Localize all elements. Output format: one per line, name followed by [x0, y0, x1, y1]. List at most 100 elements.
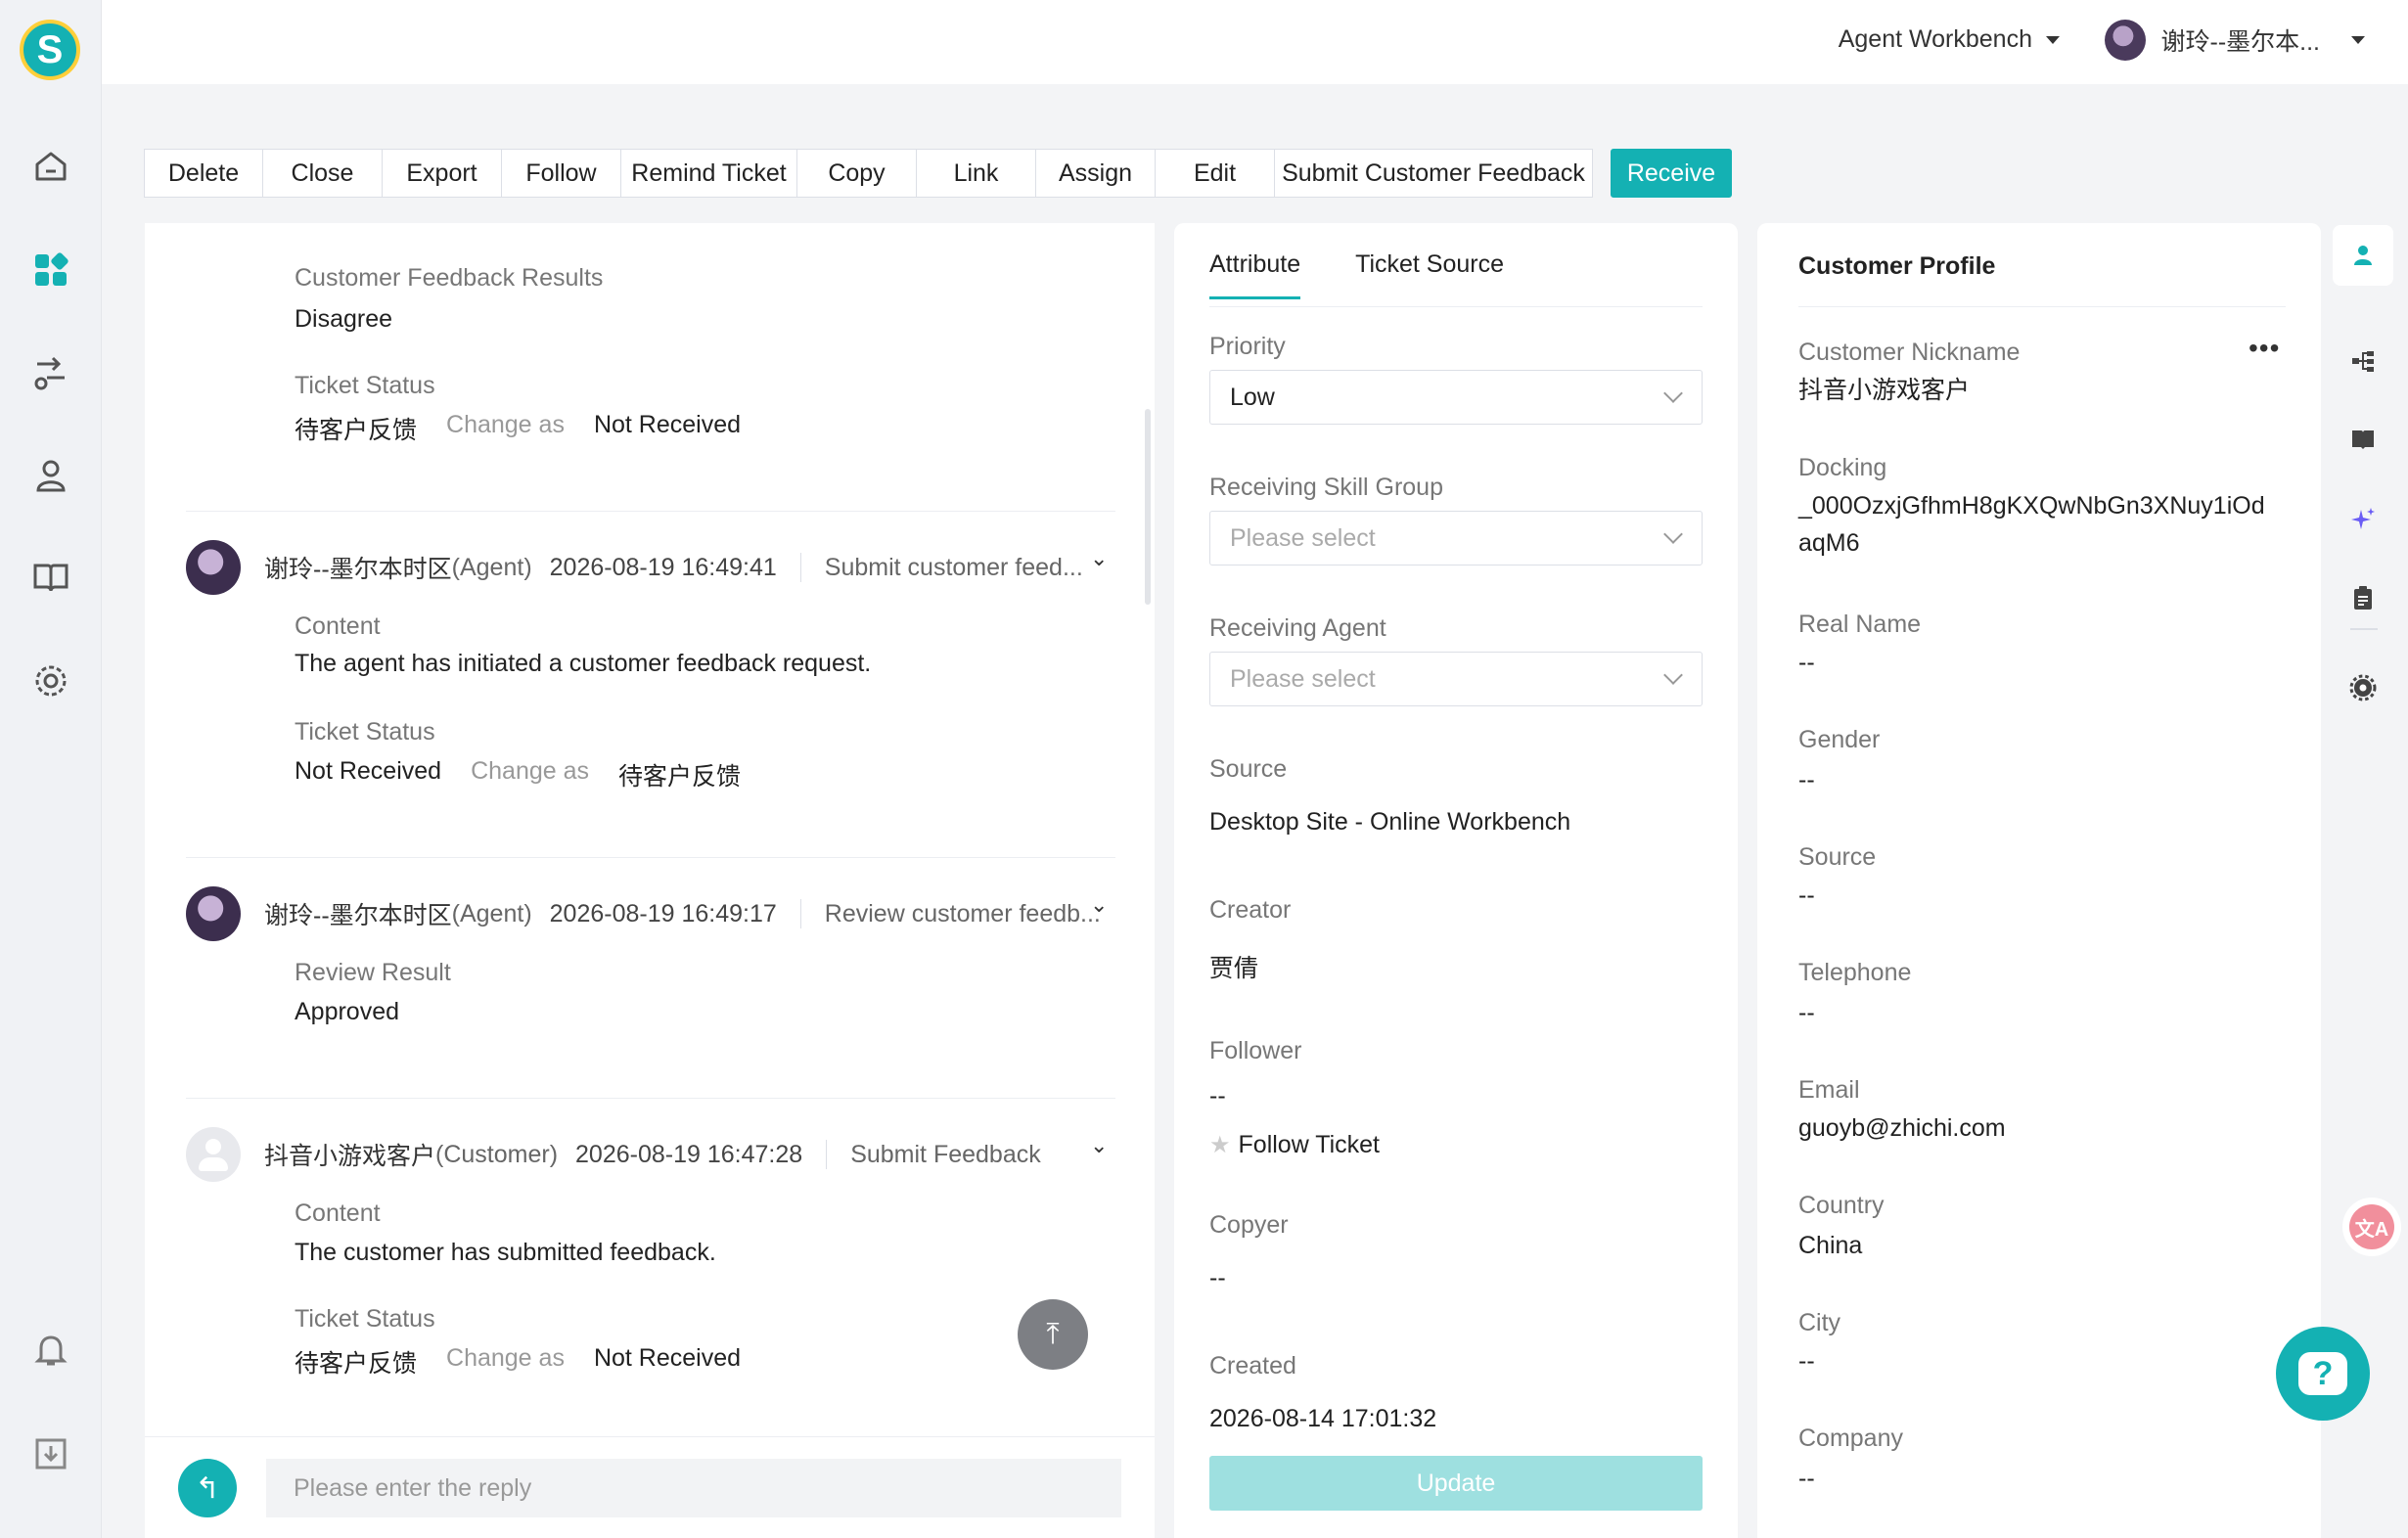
tree-structure-icon[interactable]	[2333, 331, 2393, 391]
timeline-entry-header: 谢玲--墨尔本时区 (Agent) 2026-08-19 16:49:41 Su…	[186, 540, 1083, 595]
help-icon[interactable]: ?	[2276, 1327, 2370, 1421]
chevron-down-icon[interactable]: ⌄	[1090, 1133, 1108, 1158]
edit-button[interactable]: Edit	[1155, 149, 1275, 198]
docking-value: _000OzxjGfhmH8gKXQwNbGn3XNuy1iOdaqM6	[1798, 492, 2265, 557]
reply-bar: ↰ Please enter the reply	[145, 1436, 1155, 1538]
avatar	[186, 886, 241, 941]
copy-button[interactable]: Copy	[796, 149, 917, 198]
assign-button[interactable]: Assign	[1035, 149, 1156, 198]
creator-value: 贾倩	[1209, 955, 1259, 982]
top-header: Agent Workbench 谢玲--墨尔本...	[102, 0, 2408, 84]
content-label: Content	[295, 612, 381, 640]
created-value: 2026-08-14 17:01:32	[1209, 1405, 1437, 1432]
back-to-top-icon[interactable]: ⤒	[1018, 1299, 1088, 1370]
workbench-switcher[interactable]: Agent Workbench	[1839, 25, 2060, 54]
timeline-scrollbar[interactable]	[1145, 409, 1151, 605]
download-icon[interactable]	[31, 1434, 70, 1473]
skill-group-select[interactable]: Please select	[1209, 511, 1703, 565]
book-icon[interactable]	[2333, 409, 2393, 470]
entry-action: Submit customer feed...	[824, 553, 1083, 581]
change-as-label: Change as	[446, 411, 565, 438]
ai-sparkle-icon[interactable]	[2333, 489, 2393, 550]
close-button[interactable]: Close	[262, 149, 383, 198]
priority-value: Low	[1230, 383, 1275, 411]
divider	[799, 553, 801, 582]
follower-value: --	[1209, 1082, 1226, 1109]
content-text: The customer has submitted feedback.	[295, 1239, 716, 1266]
workbench-icon[interactable]	[31, 250, 70, 290]
ticket-status-change: 待客户反馈 Change as Not Received	[295, 1344, 741, 1380]
user-menu[interactable]: 谢玲--墨尔本...	[2104, 20, 2365, 61]
priority-select[interactable]: Low	[1209, 370, 1703, 425]
email-value: guoyb@zhichi.com	[1798, 1114, 2006, 1142]
ticket-timeline[interactable]: Customer Feedback Results Disagree Ticke…	[145, 223, 1155, 1538]
source-value: Desktop Site - Online Workbench	[1209, 808, 1571, 836]
knowledge-book-icon[interactable]	[31, 558, 70, 597]
status-to: Not Received	[593, 411, 742, 438]
review-result-value: Approved	[295, 998, 400, 1025]
docking-label: Docking	[1798, 454, 1887, 481]
entry-author: 谢玲--墨尔本时区	[264, 556, 452, 583]
feedback-results-value: Disagree	[295, 305, 393, 333]
home-icon[interactable]	[31, 147, 70, 186]
receive-button[interactable]: Receive	[1611, 149, 1732, 198]
app-logo[interactable]: S	[20, 20, 80, 80]
caret-down-icon	[2351, 36, 2365, 44]
remind-ticket-button[interactable]: Remind Ticket	[620, 149, 797, 198]
settings-gear-icon[interactable]	[31, 661, 70, 701]
submit-customer-feedback-button[interactable]: Submit Customer Feedback	[1274, 149, 1593, 198]
reply-input[interactable]: Please enter the reply	[266, 1459, 1121, 1517]
export-button[interactable]: Export	[382, 149, 502, 198]
company-label: Company	[1798, 1425, 1903, 1452]
delete-button[interactable]: Delete	[144, 149, 263, 198]
source-label: Source	[1209, 755, 1288, 783]
company-value: --	[1798, 1465, 1815, 1492]
user-name: 谢玲--墨尔本...	[2160, 28, 2321, 56]
receiving-agent-select[interactable]: Please select	[1209, 652, 1703, 706]
star-icon: ★	[1209, 1132, 1231, 1158]
clipboard-icon[interactable]	[2333, 567, 2393, 628]
telephone-value: --	[1798, 999, 1815, 1026]
follow-ticket-link[interactable]: ★ Follow Ticket	[1209, 1131, 1380, 1159]
telephone-label: Telephone	[1798, 959, 1912, 986]
entry-time: 2026-08-19 16:49:41	[549, 553, 777, 581]
receiving-agent-placeholder: Please select	[1230, 664, 1376, 693]
more-options-icon[interactable]: •••	[2249, 333, 2280, 364]
status-to: 待客户反馈	[618, 763, 742, 791]
review-result-label: Review Result	[295, 959, 451, 986]
routing-icon[interactable]	[31, 354, 70, 393]
skill-group-placeholder: Please select	[1230, 523, 1376, 552]
city-value: --	[1798, 1347, 1815, 1375]
status-to: Not Received	[593, 1344, 742, 1372]
attribute-panel: Attribute Ticket Source Priority Low Rec…	[1174, 223, 1738, 1538]
update-button[interactable]: Update	[1209, 1456, 1703, 1511]
nickname-label: Customer Nickname	[1798, 339, 2021, 366]
customer-profile-panel: Customer Profile ••• Customer Nickname 抖…	[1757, 223, 2321, 1538]
nickname-value: 抖音小游戏客户	[1798, 377, 1971, 404]
status-from: 待客户反馈	[295, 1350, 418, 1378]
tab-ticket-source[interactable]: Ticket Source	[1355, 250, 1504, 299]
country-label: Country	[1798, 1192, 1885, 1219]
translate-icon[interactable]: 文A	[2342, 1198, 2401, 1256]
source-label: Source	[1798, 843, 1877, 871]
chevron-down-icon[interactable]: ⌄	[1090, 546, 1108, 571]
user-profile-icon[interactable]	[2333, 225, 2393, 286]
chevron-down-icon[interactable]: ⌄	[1090, 892, 1108, 918]
follow-button[interactable]: Follow	[501, 149, 621, 198]
copyer-label: Copyer	[1209, 1211, 1289, 1239]
entry-time: 2026-08-19 16:49:17	[549, 899, 777, 927]
entry-action: Submit Feedback	[850, 1140, 1041, 1168]
reply-icon[interactable]: ↰	[178, 1459, 237, 1517]
chevron-down-icon	[1663, 384, 1683, 403]
gender-label: Gender	[1798, 726, 1881, 753]
settings-gear-icon[interactable]	[2333, 657, 2393, 718]
entry-author: 抖音小游戏客户	[264, 1143, 436, 1170]
ticket-status-change: Not Received Change as 待客户反馈	[295, 757, 741, 792]
link-button[interactable]: Link	[916, 149, 1036, 198]
bell-icon[interactable]	[31, 1331, 70, 1370]
tab-attribute[interactable]: Attribute	[1209, 250, 1301, 299]
change-as-label: Change as	[471, 757, 590, 785]
ticket-status-label: Ticket Status	[295, 372, 435, 399]
real-name-value: --	[1798, 649, 1815, 676]
customer-icon[interactable]	[31, 456, 70, 495]
